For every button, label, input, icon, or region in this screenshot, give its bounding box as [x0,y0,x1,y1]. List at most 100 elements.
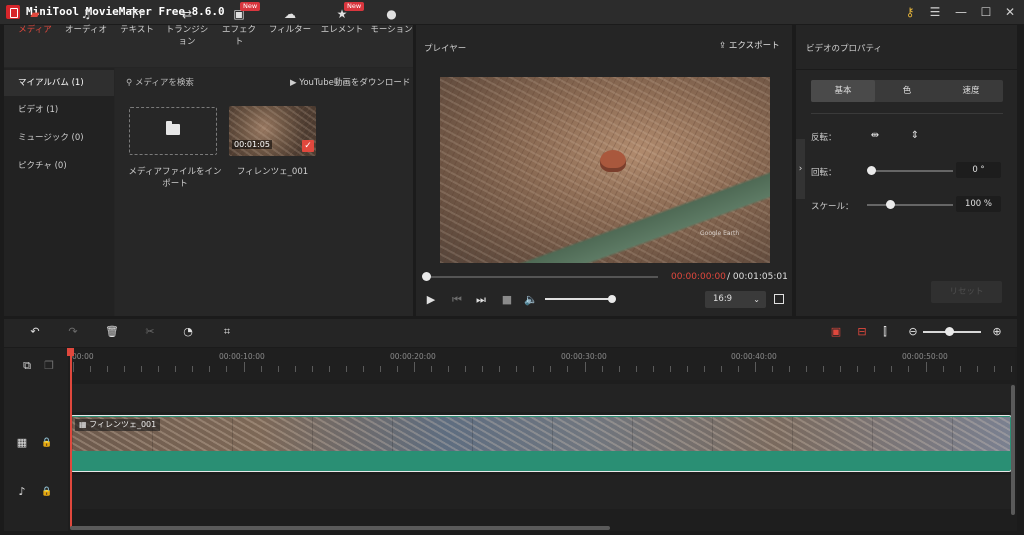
aspect-ratio-select[interactable]: 16:9 ⌄ [705,291,766,308]
lock-icon[interactable]: 🔒 [40,436,54,450]
vertical-scrollbar[interactable] [1011,385,1015,515]
ruler-tick [482,366,484,372]
speed-icon[interactable]: ◔ [181,325,195,339]
ruler-tick [601,366,603,372]
seek-bar[interactable] [426,276,658,278]
ruler-tick [720,366,722,372]
ruler-tick [891,366,893,372]
minimize-icon[interactable]: — [952,3,970,21]
new-badge: New [344,2,365,11]
media-search-input[interactable]: ⚲ メディアを検索 [126,76,194,88]
snap-icon[interactable]: ⊟ [855,325,869,339]
volume-handle[interactable] [608,295,616,303]
sidebar-item-video[interactable]: ビデオ (1) [4,97,114,123]
ruler-tick [379,366,381,372]
rotate-value[interactable]: 0 ° [956,162,1001,178]
chevron-down-icon: ⌄ [753,295,760,304]
prev-frame-icon[interactable]: ⏮ [450,293,464,307]
flip-horizontal-icon[interactable]: ⇹ [867,128,883,144]
ruler-tick [908,366,910,372]
horizontal-scrollbar[interactable] [70,526,610,530]
ruler-tick [158,366,160,372]
tab-motion[interactable]: ● モーション [370,0,413,42]
tab-speed[interactable]: 速度 [939,80,1003,102]
delete-icon[interactable]: 🗑 [105,325,119,339]
copy-track-icon[interactable]: ❐ [42,359,56,373]
volume-slider[interactable] [545,298,612,300]
tab-basic[interactable]: 基本 [811,80,875,102]
split-icon[interactable]: ✂ [143,325,157,339]
ruler-tick [414,362,415,372]
zoom-out-icon[interactable]: ⊖ [906,325,920,339]
audio-split-icon[interactable]: ⫿ [878,325,892,339]
tab-text[interactable]: Tт テキスト [116,0,158,42]
fullscreen-icon[interactable] [774,294,784,304]
ruler-label: 00:00:40:00 [731,352,777,361]
scale-slider[interactable] [867,204,953,206]
key-icon[interactable]: ⚷ [901,3,919,21]
tab-filter[interactable]: ☁ フィルター [268,0,312,42]
ruler-tick [823,366,825,372]
sidebar-item-music[interactable]: ミュージック (0) [4,125,114,151]
player-title: プレイヤー [424,44,467,54]
add-track-icon[interactable]: ⧉ [20,359,34,373]
ruler-tick [976,366,978,372]
time-ruler[interactable] [70,348,1015,380]
tab-color[interactable]: 色 [875,80,939,102]
tab-label: テキスト [120,25,154,35]
rotate-handle[interactable] [867,166,876,175]
tab-audio[interactable]: ♫ オーディオ [63,0,109,42]
clip-name: フィレンツェ_001 [89,420,157,429]
zoom-in-icon[interactable]: ⊕ [990,325,1004,339]
maximize-icon[interactable]: ☐ [977,3,995,21]
sidebar-item-my-album[interactable]: マイアルバム (1) [4,70,114,96]
crop-icon[interactable]: ⌗ [220,325,234,339]
playhead[interactable] [70,348,72,528]
ruler-tick [806,366,808,372]
playhead-handle[interactable] [67,348,74,356]
transition-icon: ⇄ [181,7,193,21]
ruler-tick [516,366,518,372]
ruler-tick [73,362,74,372]
ruler-tick [703,366,705,372]
clip-duration: 00:01:05 [232,140,272,149]
zoom-handle[interactable] [945,327,954,336]
ruler-tick [1010,366,1012,372]
tab-transition[interactable]: ⇄ トランジション [162,0,212,48]
ruler-tick [635,366,637,372]
close-icon[interactable]: ✕ [1001,3,1019,21]
film-icon: ▦ [79,420,90,429]
tab-media[interactable]: ▰ メディア [15,0,55,42]
ruler-tick [567,366,569,372]
youtube-download-button[interactable]: ▶ YouTube動画をダウンロード [290,76,410,88]
ruler-tick [652,366,654,372]
clip-marker-icon[interactable]: ▣ [829,325,843,339]
undo-icon[interactable]: ↶ [28,325,42,339]
menu-icon[interactable]: ☰ [926,3,944,21]
empty-track [70,384,1015,412]
sidebar-item-picture[interactable]: ピクチャ (0) [4,153,114,179]
clip-name-chip: ▦ フィレンツェ_001 [75,419,161,431]
lock-icon[interactable]: 🔒 [40,485,54,499]
ruler-tick [294,366,296,372]
ruler-tick [584,362,586,372]
seek-handle[interactable] [422,272,431,281]
play-icon[interactable]: ▶ [424,293,438,307]
stop-icon[interactable]: ■ [500,293,514,307]
tab-label: オーディオ [65,25,107,35]
flip-vertical-icon[interactable]: ⇕ [907,128,923,144]
export-button[interactable]: ⇪ エクスポート [719,39,780,51]
clip-filmstrip [72,417,1010,451]
ruler-label: 00:00:10:00 [219,352,265,361]
collapse-panel-button[interactable]: › [796,139,805,199]
tab-effect[interactable]: New ▣ エフェクト [218,0,261,47]
reset-button[interactable]: リセット [931,281,1002,303]
scale-handle[interactable] [886,200,895,209]
scale-value[interactable]: 100 % [956,196,1001,212]
rotate-slider[interactable] [871,170,953,172]
ruler-tick [90,366,92,372]
next-frame-icon[interactable]: ⏭ [474,293,488,307]
tab-element[interactable]: New ★ エレメント [320,0,365,42]
redo-icon[interactable]: ↷ [66,325,80,339]
volume-icon[interactable]: 🔈 [524,293,538,307]
